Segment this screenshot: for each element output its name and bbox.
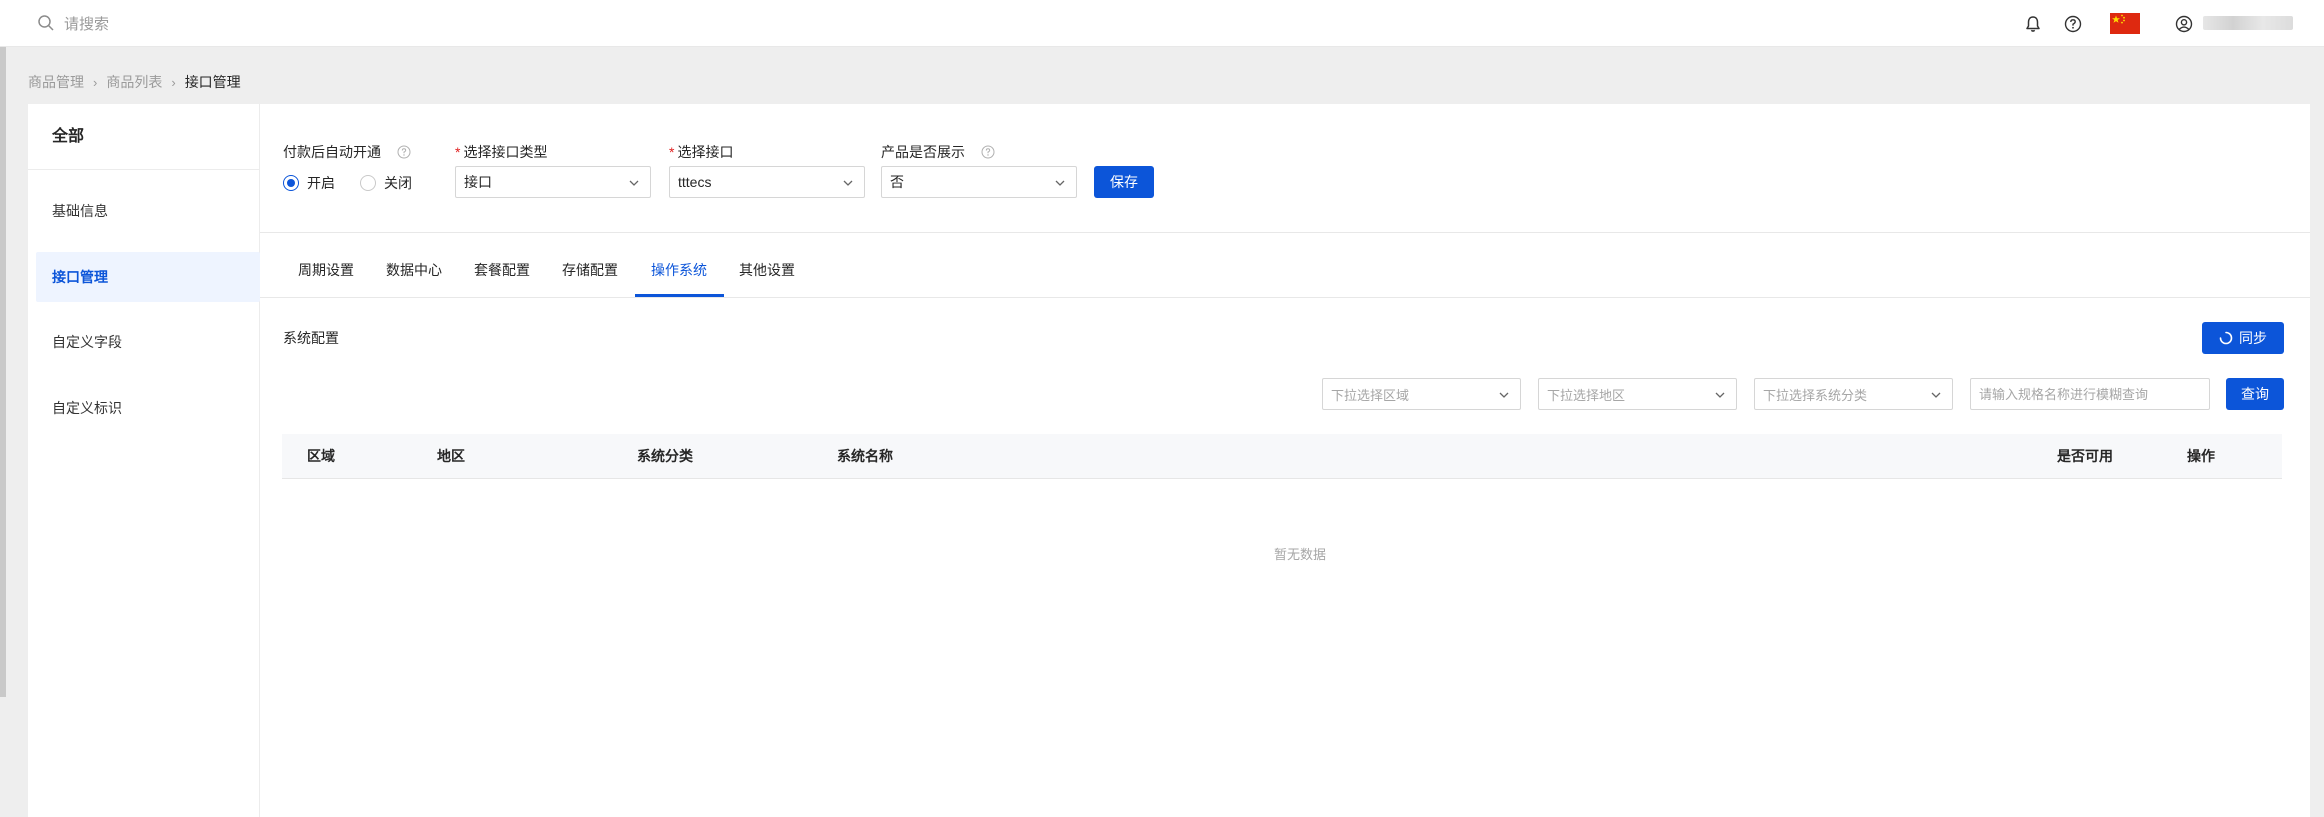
- help-circle-icon[interactable]: [397, 145, 411, 162]
- breadcrumb-item-current: 接口管理: [184, 74, 241, 90]
- interface-label-text: 选择接口: [677, 144, 734, 160]
- required-asterisk: *: [669, 144, 675, 160]
- sidebar-item-basic-info[interactable]: 基础信息: [36, 186, 260, 236]
- help-circle-icon[interactable]: [981, 145, 995, 162]
- auto-open-label: 付款后自动开通: [283, 142, 411, 162]
- breadcrumb: 商品管理 › 商品列表 › 接口管理: [28, 72, 241, 92]
- save-button[interactable]: 保存: [1094, 166, 1154, 198]
- sidebar-title: 全部: [28, 104, 259, 170]
- chevron-down-icon: [843, 180, 853, 186]
- interface-label: * 选择接口: [669, 142, 733, 162]
- column-header-system-category: 系统分类: [637, 448, 693, 464]
- radio-off-label: 关闭: [384, 175, 412, 191]
- radio-unchecked-icon: [360, 175, 376, 191]
- user-name-redacted[interactable]: [2203, 16, 2293, 30]
- tab-other-settings[interactable]: 其他设置: [739, 254, 795, 300]
- table-empty-text: 暂无数据: [1273, 547, 1326, 562]
- help-circle-icon[interactable]: [2062, 13, 2084, 35]
- breadcrumb-item-product-management[interactable]: 商品管理: [28, 72, 84, 92]
- search-icon: [37, 14, 55, 32]
- chevron-down-icon: [629, 180, 639, 186]
- top-bar: [0, 0, 2324, 47]
- region-filter-placeholder: 下拉选择区域: [1331, 387, 1410, 403]
- radio-on-label: 开启: [307, 175, 335, 191]
- required-asterisk: *: [455, 144, 461, 160]
- chevron-down-icon: [1499, 392, 1509, 398]
- product-show-label: 产品是否展示: [881, 142, 995, 162]
- interface-type-select[interactable]: 接口: [455, 166, 651, 198]
- tab-cycle-settings[interactable]: 周期设置: [298, 254, 354, 300]
- sidebar-item-custom-tags[interactable]: 自定义标识: [36, 383, 260, 433]
- radio-checked-icon: [283, 175, 299, 191]
- global-search-input[interactable]: [64, 12, 364, 36]
- interface-type-value: 接口: [464, 174, 492, 190]
- sync-button[interactable]: 同步: [2202, 322, 2284, 354]
- system-category-filter-placeholder: 下拉选择系统分类: [1763, 387, 1868, 403]
- breadcrumb-item-product-list[interactable]: 商品列表: [106, 72, 162, 92]
- system-category-filter-select[interactable]: 下拉选择系统分类: [1754, 378, 1953, 410]
- china-flag-icon[interactable]: [2110, 13, 2140, 34]
- tab-storage-config[interactable]: 存储配置: [562, 254, 618, 300]
- sidebar-item-custom-fields[interactable]: 自定义字段: [36, 317, 260, 367]
- column-header-actions: 操作: [2187, 448, 2215, 464]
- area-filter-select[interactable]: 下拉选择地区: [1538, 378, 1737, 410]
- sync-button-label: 同步: [2239, 330, 2267, 346]
- main-panel: 付款后自动开通 开启 关闭 * 选择接口类型 接口 * 选择接口 tttecs 产品…: [260, 104, 2310, 817]
- region-filter-select[interactable]: 下拉选择区域: [1322, 378, 1521, 410]
- column-header-system-name: 系统名称: [837, 448, 893, 464]
- spec-name-search-input[interactable]: [1970, 378, 2210, 410]
- tab-package-config[interactable]: 套餐配置: [474, 254, 530, 300]
- column-header-area: 地区: [437, 448, 465, 464]
- area-filter-placeholder: 下拉选择地区: [1547, 387, 1626, 403]
- interface-type-label: * 选择接口类型: [455, 142, 547, 162]
- interface-value: tttecs: [678, 174, 712, 190]
- auto-open-label-text: 付款后自动开通: [283, 144, 381, 160]
- radio-auto-open-off[interactable]: 关闭: [360, 173, 412, 193]
- table-header: 区域 地区 系统分类 系统名称 是否可用 操作: [282, 434, 2282, 479]
- sidebar-item-interface-management[interactable]: 接口管理: [36, 252, 260, 302]
- tab-data-center[interactable]: 数据中心: [386, 254, 442, 300]
- user-circle-icon[interactable]: [2173, 13, 2195, 35]
- bell-icon[interactable]: [2022, 13, 2044, 35]
- interface-select[interactable]: tttecs: [669, 166, 865, 198]
- form-divider: [260, 232, 2310, 233]
- window-edge: [0, 47, 6, 697]
- product-show-label-text: 产品是否展示: [881, 144, 965, 160]
- column-header-region: 区域: [307, 448, 335, 464]
- column-header-available: 是否可用: [2057, 448, 2113, 464]
- chevron-down-icon: [1931, 392, 1941, 398]
- sync-icon: [2219, 331, 2233, 345]
- interface-type-label-text: 选择接口类型: [463, 144, 548, 160]
- chevron-down-icon: [1055, 180, 1065, 186]
- product-show-value: 否: [890, 174, 904, 190]
- query-button[interactable]: 查询: [2226, 378, 2284, 410]
- product-show-select[interactable]: 否: [881, 166, 1077, 198]
- tabs-divider: [260, 297, 2310, 298]
- breadcrumb-separator-icon: ›: [171, 74, 176, 90]
- chevron-down-icon: [1715, 392, 1725, 398]
- section-title-system-config: 系统配置: [283, 330, 339, 346]
- breadcrumb-separator-icon: ›: [93, 74, 98, 90]
- radio-auto-open-on[interactable]: 开启: [283, 173, 335, 193]
- sidebar: 全部 基础信息 接口管理 自定义字段 自定义标识: [28, 104, 260, 817]
